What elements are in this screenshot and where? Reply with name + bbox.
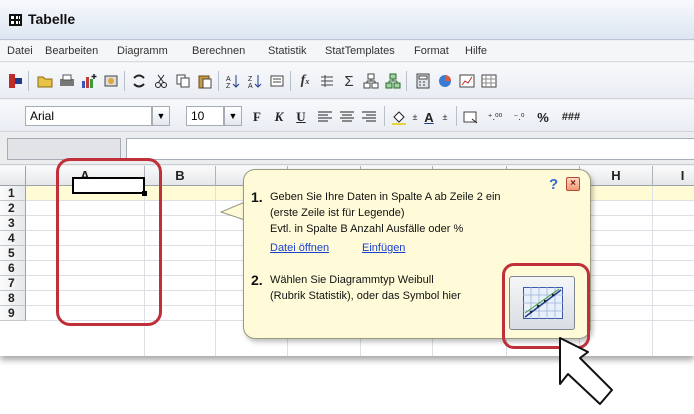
row-header-2[interactable]: 2 (0, 201, 26, 216)
svg-text:Z: Z (248, 76, 253, 83)
underline-button[interactable]: U (292, 108, 310, 126)
table-grid-icon (9, 14, 22, 26)
chevron-down-icon[interactable]: ± (436, 108, 454, 126)
row-header-8[interactable]: 8 (0, 291, 26, 306)
toolbar-separator (406, 71, 407, 91)
cut-icon[interactable] (152, 72, 170, 90)
decimal-increase-icon[interactable]: ⁺.⁰⁰ (486, 108, 504, 126)
sum-icon[interactable]: Σ (340, 72, 358, 90)
help-icon[interactable]: ? (549, 176, 558, 193)
row-header-7[interactable]: 7 (0, 276, 26, 291)
align-center-icon[interactable] (338, 108, 356, 126)
toolbar-separator (28, 71, 29, 91)
percent-button[interactable]: % (534, 108, 552, 126)
main-toolbar: AZ ZA fx Σ (0, 63, 694, 99)
toolbar-separator (290, 71, 291, 91)
step2-line2: (Rubrik Statistik), oder das Symbol hier (270, 290, 461, 302)
hand-pointer-cursor (559, 337, 613, 405)
grid-icon[interactable] (480, 72, 498, 90)
svg-text:Z: Z (226, 83, 231, 89)
select-all-corner[interactable] (0, 166, 26, 186)
menu-bar: Datei Bearbeiten Diagramm Berechnen Stat… (0, 41, 694, 62)
insert-link[interactable]: Einfügen (362, 242, 405, 254)
cell-format-icon[interactable] (462, 108, 480, 126)
group2-icon[interactable] (384, 72, 402, 90)
open-folder-icon[interactable] (36, 72, 54, 90)
chart-wizard-icon[interactable] (80, 72, 98, 90)
bold-button[interactable]: F (248, 108, 266, 126)
italic-button[interactable]: K (270, 108, 288, 126)
column-a-highlight (56, 158, 162, 326)
step1-number: 1. (251, 189, 263, 205)
menu-bearbeiten[interactable]: Bearbeiten (45, 45, 98, 57)
chevron-down-icon[interactable]: ▼ (152, 106, 170, 126)
open-file-link[interactable]: Datei öffnen (270, 242, 329, 254)
web-icon[interactable] (102, 72, 120, 90)
copy-icon[interactable] (174, 72, 192, 90)
toolbar-separator (218, 71, 219, 91)
align-left-icon[interactable] (316, 108, 334, 126)
toolbar-separator (384, 106, 385, 126)
row-header-1[interactable]: 1 (0, 186, 26, 201)
number-format-button[interactable]: ### (556, 108, 586, 126)
chart-icon[interactable] (436, 72, 454, 90)
menu-berechnen[interactable]: Berechnen (192, 45, 245, 57)
calculator-icon[interactable] (414, 72, 432, 90)
close-icon[interactable]: × (566, 177, 580, 191)
row-header-3[interactable]: 3 (0, 216, 26, 231)
title-bar: Tabelle (0, 0, 694, 40)
svg-text:A: A (248, 83, 253, 89)
chevron-down-icon[interactable]: ▼ (224, 106, 242, 126)
print-icon[interactable] (58, 72, 76, 90)
paste-icon[interactable] (196, 72, 214, 90)
format-toolbar: Arial ▼ 10 ▼ F K U ± A ± ⁺.⁰⁰ ⁻.⁰ % ### (0, 100, 694, 132)
chart2-icon[interactable] (458, 72, 476, 90)
menu-statistik[interactable]: Statistik (268, 45, 307, 57)
toolbar-separator (124, 71, 125, 91)
step1-line2: (erste Zeile ist für Legende) (270, 207, 405, 219)
menu-format[interactable]: Format (414, 45, 449, 57)
window-title: Tabelle (28, 11, 76, 27)
menu-datei[interactable]: Datei (7, 45, 33, 57)
filter-icon[interactable] (268, 72, 286, 90)
group-icon[interactable] (362, 72, 380, 90)
function-icon[interactable]: fx (296, 72, 314, 90)
sort-desc-icon[interactable]: ZA (246, 72, 264, 90)
row-header-9[interactable]: 9 (0, 306, 26, 321)
column-gridline (652, 186, 653, 356)
column-header-i[interactable]: I (653, 166, 694, 186)
align-right-icon[interactable] (360, 108, 378, 126)
row-header-4[interactable]: 4 (0, 231, 26, 246)
step2-number: 2. (251, 272, 263, 288)
step1-line3: Evtl. in Spalte B Anzahl Ausfälle oder % (270, 223, 464, 235)
row-header-6[interactable]: 6 (0, 261, 26, 276)
decimal-decrease-icon[interactable]: ⁻.⁰ (510, 108, 528, 126)
spinner-icon[interactable] (130, 72, 148, 90)
exit-icon[interactable] (6, 72, 24, 90)
row-header-5[interactable]: 5 (0, 246, 26, 261)
font-name-combo[interactable]: Arial (25, 106, 152, 126)
cell-name-box[interactable] (7, 138, 121, 160)
menu-diagramm[interactable]: Diagramm (117, 45, 168, 57)
formula-input[interactable] (126, 138, 694, 160)
sort-asc-icon[interactable]: AZ (224, 72, 242, 90)
toolbar-separator (456, 106, 457, 126)
svg-text:A: A (226, 76, 231, 83)
step1-line1: Geben Sie Ihre Daten in Spalte A ab Zeil… (270, 191, 501, 203)
menu-stattemplates[interactable]: StatTemplates (325, 45, 395, 57)
step2-line1: Wählen Sie Diagrammtyp Weibull (270, 274, 434, 286)
font-size-combo[interactable]: 10 (186, 106, 224, 126)
menu-hilfe[interactable]: Hilfe (465, 45, 487, 57)
data-icon[interactable] (318, 72, 336, 90)
column-gridline (215, 186, 216, 356)
